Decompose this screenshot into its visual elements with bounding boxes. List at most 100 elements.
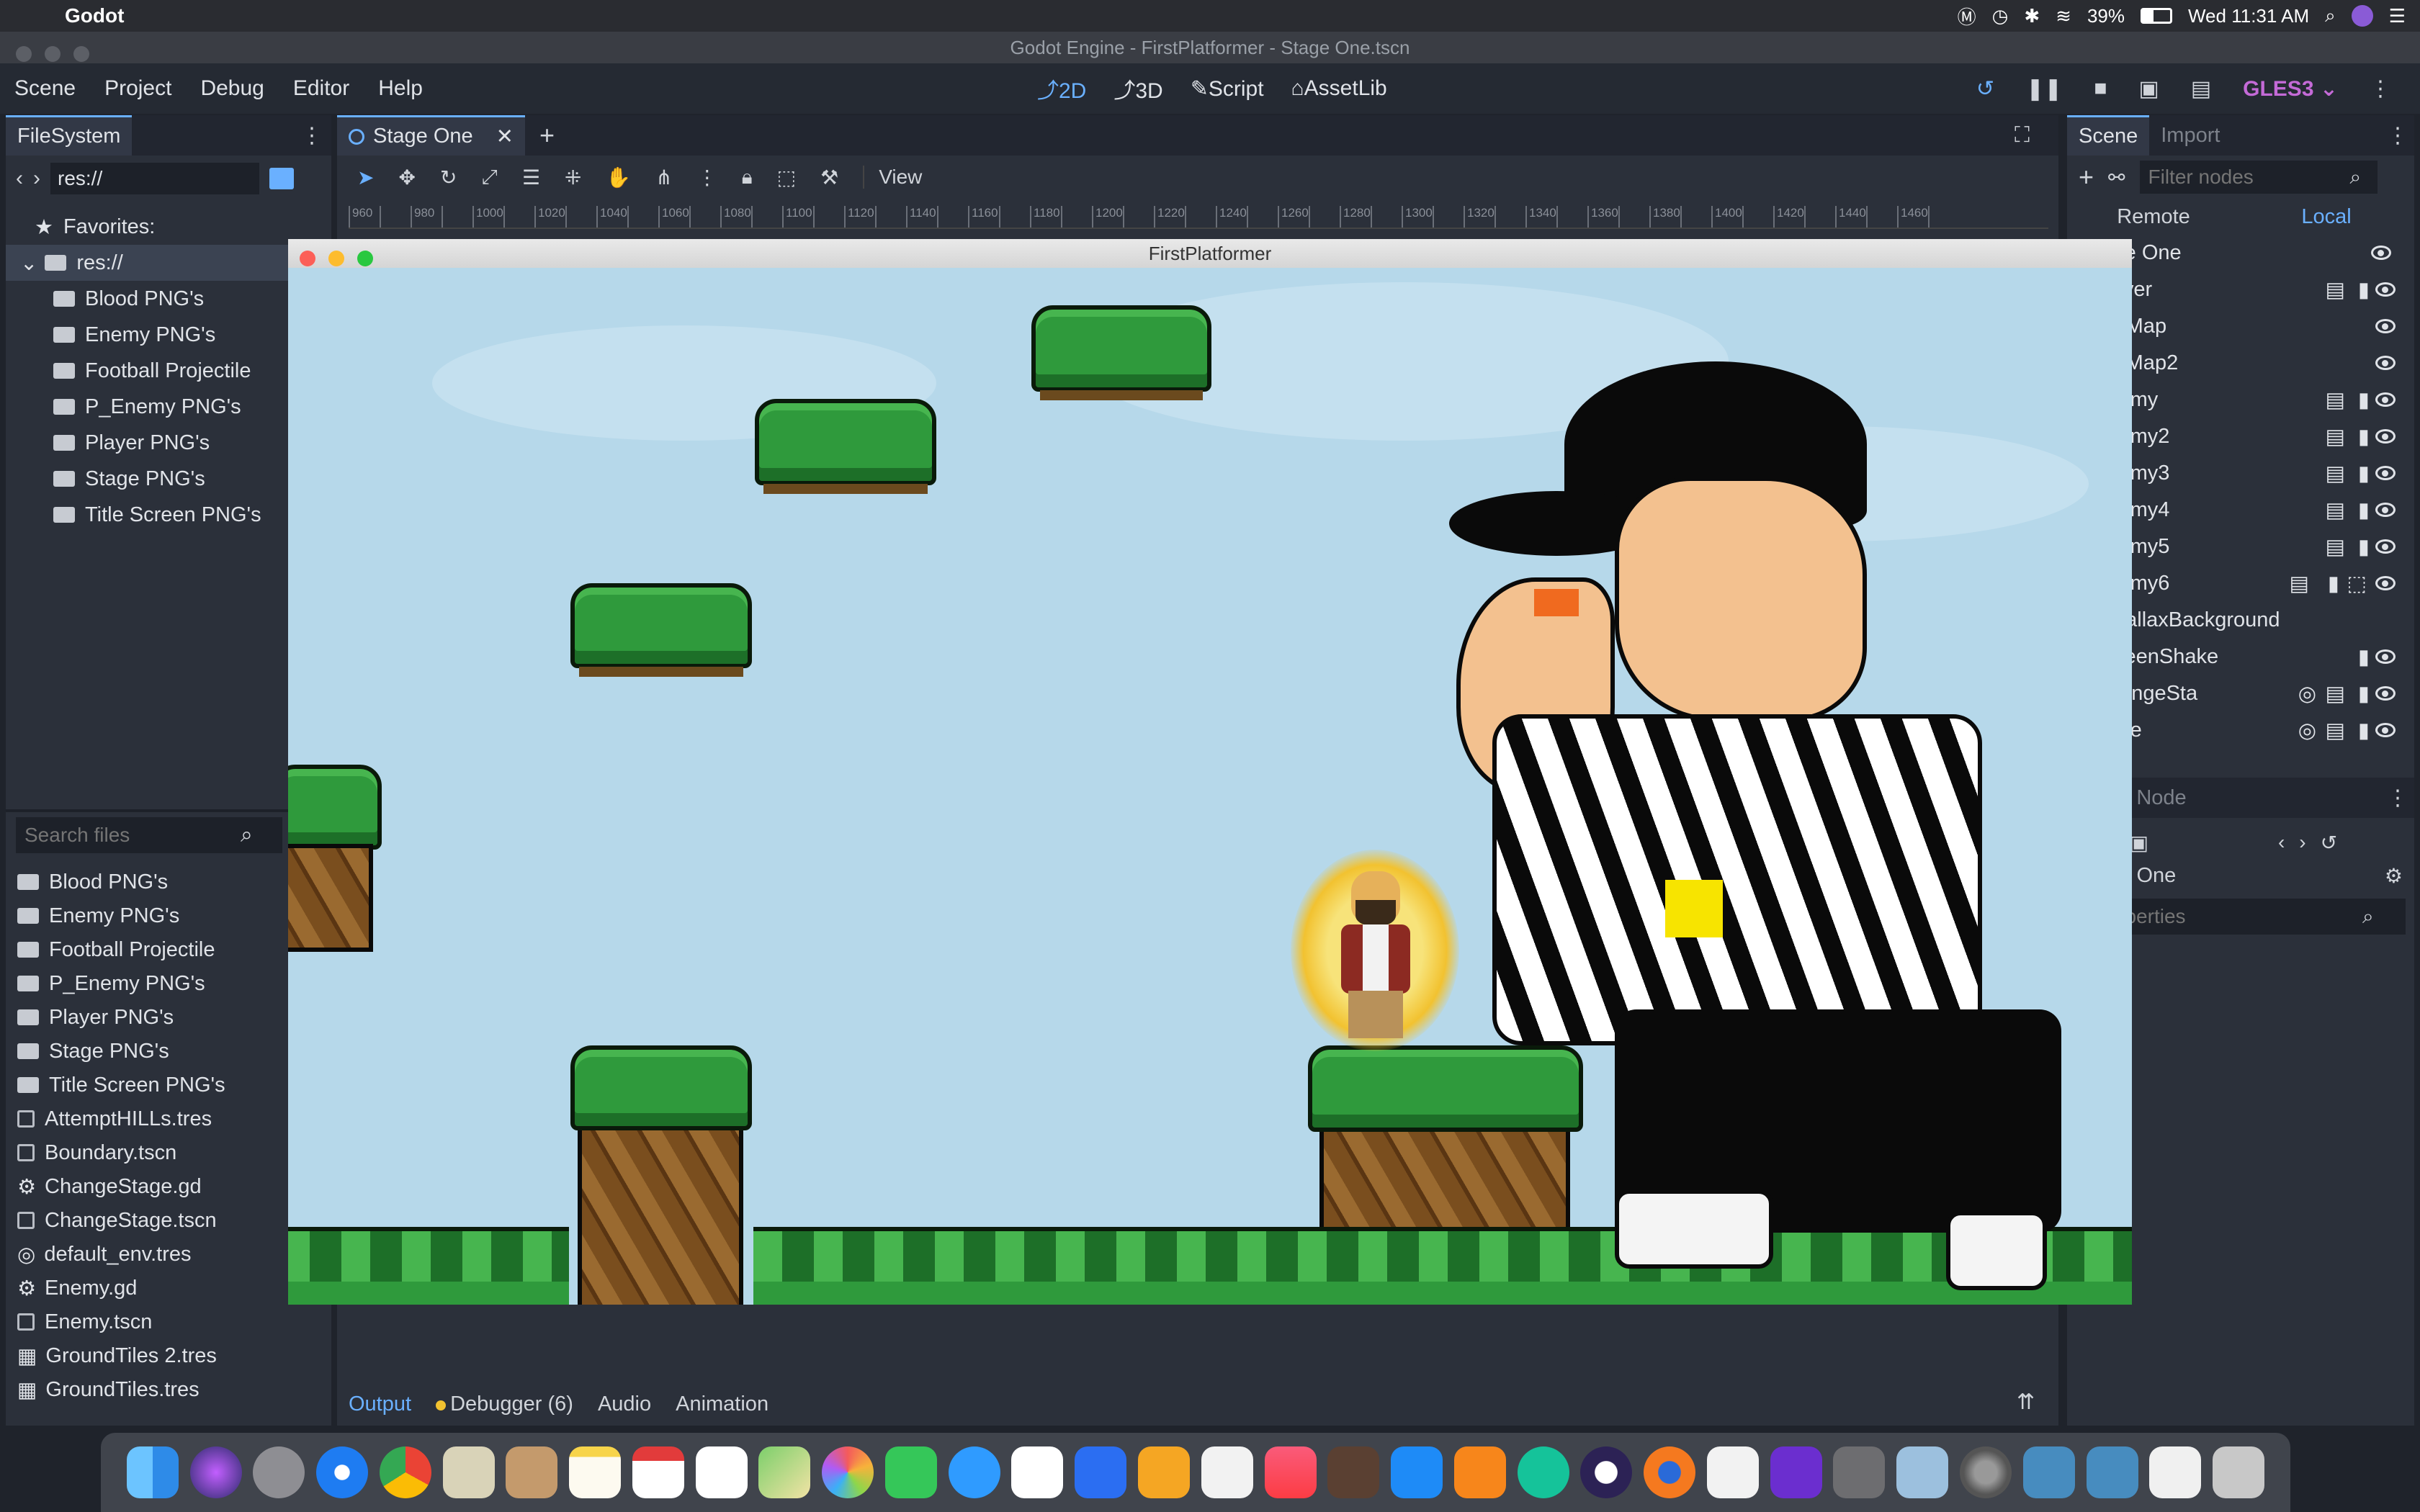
malwarebytes-icon[interactable]: Ⓜ: [1958, 3, 1976, 30]
group-icon[interactable]: ⬚: [2347, 571, 2367, 596]
spotlight-icon[interactable]: ⌕: [2325, 4, 2336, 27]
history-icon[interactable]: ↺: [2321, 831, 2337, 855]
bluetooth-icon[interactable]: ✱: [2024, 5, 2040, 27]
clapper-icon[interactable]: ▤: [2290, 571, 2309, 596]
clapper-icon[interactable]: ▤: [2326, 424, 2345, 449]
move-tool-icon[interactable]: ✥: [398, 166, 415, 189]
clapper-icon[interactable]: ▤: [2326, 718, 2345, 743]
visibility-eye-icon[interactable]: [2375, 356, 2396, 370]
signal-icon[interactable]: ◎: [2298, 681, 2316, 706]
scene-node[interactable]: Juice◎▤▮: [2093, 712, 2414, 748]
add-tab-icon[interactable]: +: [539, 120, 555, 150]
view-menu[interactable]: View: [863, 166, 922, 189]
scene-node[interactable]: Enemy3▤▮: [2093, 455, 2414, 491]
filter-nodes-box[interactable]: ⌕: [2139, 161, 2378, 194]
menu-editor[interactable]: Editor: [279, 76, 364, 101]
app-store-icon[interactable]: [1391, 1446, 1443, 1498]
scene-node[interactable]: ParallaxBackground: [2093, 602, 2414, 638]
scene-node[interactable]: ScreenShake ▮: [2093, 639, 2414, 675]
unity-icon[interactable]: [1706, 1446, 1759, 1498]
minimize-window-button[interactable]: [45, 46, 60, 62]
link-icon[interactable]: ⚯: [2108, 166, 2125, 189]
script-icon[interactable]: ▮: [2358, 681, 2370, 706]
scene-node[interactable]: TileMap: [2093, 308, 2414, 344]
dock-menu-icon[interactable]: ⋮: [301, 123, 323, 148]
wifi-icon[interactable]: ≋: [2056, 5, 2071, 27]
pivot-tool-icon[interactable]: ⁜: [565, 166, 581, 189]
script-icon[interactable]: ▮: [2358, 461, 2370, 486]
app-menu[interactable]: Godot: [65, 4, 124, 27]
visibility-eye-icon[interactable]: [2375, 503, 2396, 517]
script-icon[interactable]: ▮: [2328, 571, 2339, 596]
bone-icon[interactable]: ⚒: [820, 166, 838, 189]
blender-icon[interactable]: [1644, 1446, 1696, 1498]
books-icon[interactable]: [1453, 1446, 1506, 1498]
scene-node[interactable]: Player▤▮: [2093, 271, 2414, 307]
script-icon[interactable]: ▮: [2358, 498, 2370, 523]
add-node-icon[interactable]: +: [2079, 162, 2094, 192]
notes-icon[interactable]: [569, 1446, 622, 1498]
stop-icon[interactable]: ■: [2094, 76, 2107, 101]
reload-icon[interactable]: ↺: [1976, 76, 1994, 102]
scale-tool-icon[interactable]: ⤢: [481, 166, 497, 189]
tab-audio[interactable]: Audio: [598, 1392, 651, 1416]
more-icon[interactable]: ⋮: [2370, 76, 2391, 102]
system-preferences-icon[interactable]: [1959, 1446, 2012, 1498]
scene-node[interactable]: Enemy4▤▮: [2093, 492, 2414, 528]
back-icon[interactable]: ‹: [16, 166, 23, 191]
contacts-icon[interactable]: [506, 1446, 558, 1498]
signal-icon[interactable]: ◎: [2298, 718, 2316, 743]
tree-folder[interactable]: Blood PNG's: [53, 281, 204, 317]
clapper-icon[interactable]: ▤: [2326, 534, 2345, 559]
tab-filesystem[interactable]: FileSystem: [6, 115, 133, 156]
script-icon[interactable]: ▮: [2358, 277, 2370, 302]
numbers-icon[interactable]: [1011, 1446, 1064, 1498]
remote-button[interactable]: Remote: [2067, 205, 2240, 229]
back-icon[interactable]: ‹: [2278, 831, 2285, 854]
zoom-window-button[interactable]: [73, 46, 89, 62]
clapper-icon[interactable]: ▤: [2326, 461, 2345, 486]
music-icon[interactable]: [1264, 1446, 1317, 1498]
scene-node[interactable]: Enemy6▤▮⬚: [2093, 565, 2414, 601]
list-item[interactable]: Boundary.tscn: [17, 1135, 176, 1171]
filter-properties-input[interactable]: [2096, 905, 2362, 928]
tree-folder[interactable]: Title Screen PNG's: [53, 497, 261, 533]
search-icon[interactable]: ⌕: [241, 823, 253, 847]
tab-stage-one[interactable]: Stage One ✕: [337, 115, 525, 156]
search-files-box[interactable]: ⌕: [16, 817, 282, 853]
clapper-icon[interactable]: ▤: [2326, 498, 2345, 523]
close-icon[interactable]: ✕: [496, 124, 514, 149]
list-item[interactable]: Enemy.tscn: [17, 1304, 152, 1340]
visibility-eye-icon[interactable]: [2375, 282, 2396, 297]
mode-assetlib-button[interactable]: ⌂AssetLib: [1291, 76, 1387, 101]
snap-icon[interactable]: ⋔: [655, 166, 672, 189]
forward-icon[interactable]: ›: [2299, 831, 2305, 854]
finder-icon[interactable]: [126, 1446, 179, 1498]
list-item[interactable]: Enemy PNG's: [17, 898, 179, 934]
expand-panel-icon[interactable]: ⇈: [2017, 1390, 2035, 1415]
tree-folder[interactable]: Player PNG's: [53, 425, 210, 461]
reminders-icon[interactable]: [695, 1446, 748, 1498]
scene-node[interactable]: Enemy▤▮: [2093, 382, 2414, 418]
visibility-eye-icon[interactable]: [2375, 466, 2396, 480]
forward-icon[interactable]: ›: [33, 166, 40, 191]
select-tool-icon[interactable]: ➤: [357, 166, 374, 189]
siri-icon[interactable]: [189, 1446, 242, 1498]
list-item[interactable]: ⚙ Enemy.gd: [17, 1270, 137, 1306]
scene-node[interactable]: Enemy5▤▮: [2093, 528, 2414, 564]
news-icon[interactable]: [1201, 1446, 1253, 1498]
list-item[interactable]: ◎ default_env.tres: [17, 1236, 192, 1272]
maps-icon[interactable]: [758, 1446, 811, 1498]
list-item[interactable]: Player PNG's: [17, 999, 174, 1035]
mode-2d-button[interactable]: ⤴2D: [1037, 73, 1086, 104]
chrome-icon[interactable]: [379, 1446, 431, 1498]
menu-scene[interactable]: Scene: [0, 76, 90, 101]
scene-node[interactable]: TileMap2: [2093, 345, 2414, 381]
local-button[interactable]: Local: [2240, 205, 2413, 229]
visibility-eye-icon[interactable]: [2375, 319, 2396, 333]
preview-icon[interactable]: [1896, 1446, 1949, 1498]
tree-folder[interactable]: Stage PNG's: [53, 461, 205, 497]
menu-project[interactable]: Project: [90, 76, 186, 101]
mail-icon[interactable]: [442, 1446, 495, 1498]
search-files-input[interactable]: [24, 824, 241, 847]
